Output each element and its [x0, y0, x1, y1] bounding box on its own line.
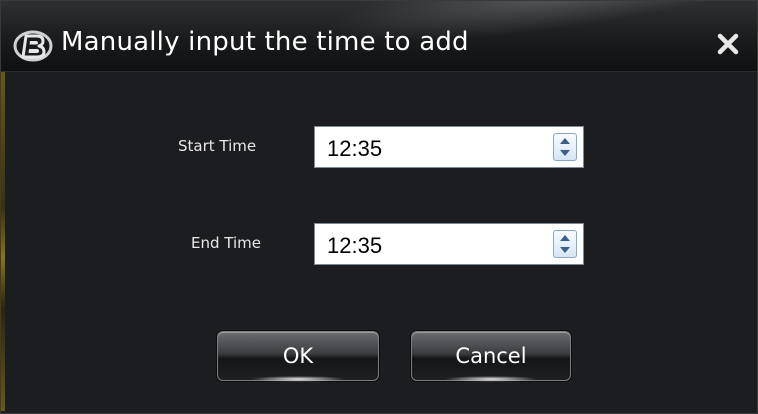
app-logo-icon: [13, 30, 53, 62]
title-bar[interactable]: Manually input the time to add: [1, 1, 757, 72]
cancel-button-label: Cancel: [455, 344, 527, 368]
add-time-dialog: Manually input the time to add Start Tim…: [0, 0, 758, 414]
start-time-value[interactable]: 12:35: [327, 136, 382, 162]
cancel-button[interactable]: Cancel: [411, 331, 571, 382]
end-time-spinner[interactable]: [553, 230, 577, 258]
start-time-field[interactable]: 12:35: [314, 126, 584, 168]
end-time-field[interactable]: 12:35: [314, 223, 584, 265]
ok-button-label: OK: [282, 344, 314, 368]
ok-button-glow: [250, 376, 346, 382]
ok-button[interactable]: OK: [217, 331, 379, 382]
chevron-down-icon[interactable]: [560, 247, 570, 253]
end-time-label: End Time: [191, 234, 261, 252]
start-time-label: Start Time: [178, 137, 257, 155]
chevron-up-icon[interactable]: [560, 235, 570, 241]
start-time-spinner[interactable]: [553, 133, 577, 161]
dialog-title: Manually input the time to add: [61, 27, 469, 57]
chevron-down-icon[interactable]: [560, 150, 570, 156]
end-time-value[interactable]: 12:35: [327, 233, 382, 259]
close-icon[interactable]: [715, 31, 741, 57]
window-edge-accent: [1, 71, 5, 411]
cancel-button-glow: [443, 376, 539, 382]
chevron-up-icon[interactable]: [560, 138, 570, 144]
